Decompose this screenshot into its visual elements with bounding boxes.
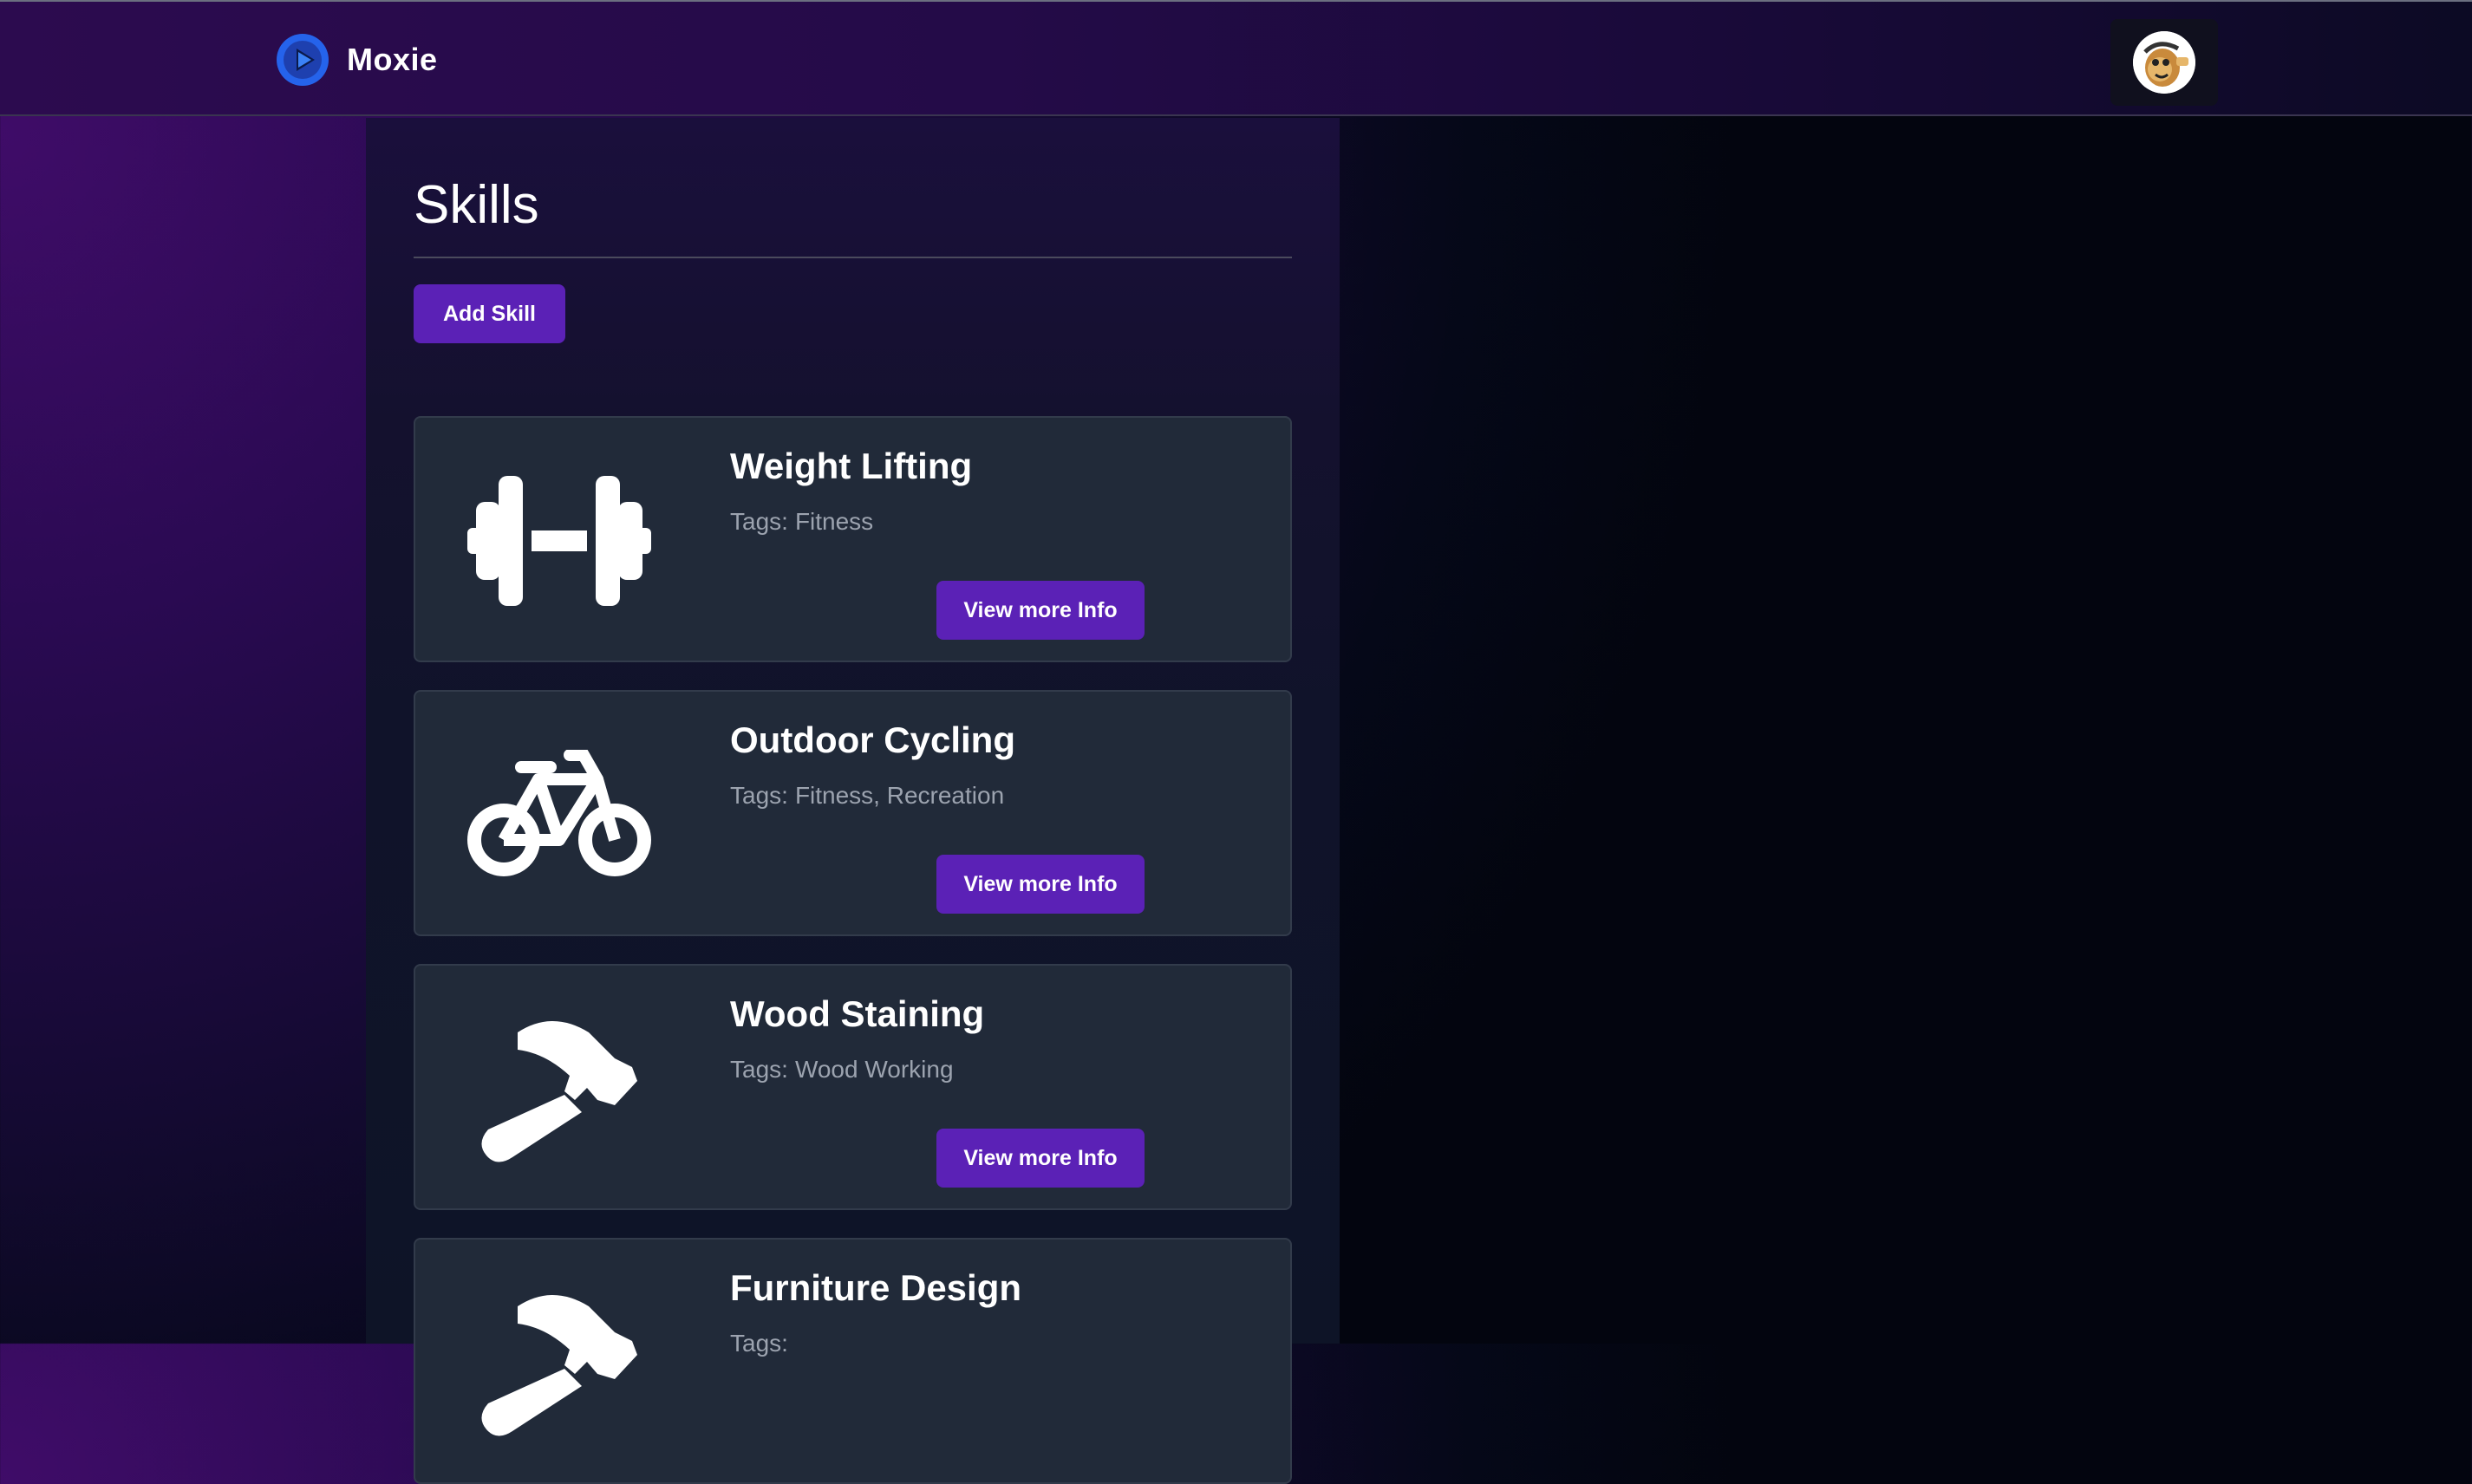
- avatar: [2133, 31, 2195, 94]
- skill-tags: Tags: Wood Working: [730, 1056, 954, 1084]
- page-title: Skills: [414, 175, 539, 235]
- tags-label: Tags:: [730, 508, 788, 535]
- user-avatar-icon: [2133, 31, 2195, 94]
- bicycle-icon: [467, 745, 651, 884]
- tags-value: Fitness: [794, 508, 874, 535]
- title-divider: [414, 257, 1292, 258]
- skill-title: Wood Staining: [730, 993, 985, 1034]
- hammer-icon: [467, 1293, 651, 1436]
- main-panel: Skills Add Skill Weight Lifting Tags: Fit…: [366, 118, 1340, 1484]
- view-more-info-button[interactable]: View more Info: [936, 1129, 1145, 1188]
- user-menu-button[interactable]: [2110, 19, 2218, 106]
- skill-card: Wood Staining Tags: Wood Working View mor…: [414, 964, 1292, 1210]
- skill-title: Furniture Design: [730, 1267, 1022, 1308]
- skill-tags: Tags: Fitness: [730, 508, 873, 536]
- tags-label: Tags:: [730, 782, 788, 809]
- skill-card: Outdoor Cycling Tags: Fitness, Recreation…: [414, 690, 1292, 936]
- brand-name: Moxie: [347, 42, 438, 77]
- tags-label: Tags:: [730, 1056, 788, 1083]
- skill-card: Weight Lifting Tags: Fitness View more In…: [414, 416, 1292, 662]
- skill-title: Weight Lifting: [730, 446, 973, 486]
- skill-tags: Tags: Fitness, Recreation: [730, 782, 1004, 810]
- skill-card: Furniture Design Tags:: [414, 1238, 1292, 1484]
- hammer-icon: [467, 1019, 651, 1162]
- dumbbell-icon: [467, 472, 651, 610]
- play-circle-icon: [277, 34, 329, 86]
- tags-value: Wood Working: [794, 1056, 954, 1083]
- view-more-info-button[interactable]: View more Info: [936, 581, 1145, 640]
- brand-home-link[interactable]: Moxie: [276, 33, 438, 87]
- skill-list: Weight Lifting Tags: Fitness View more In…: [414, 416, 1292, 1484]
- skill-tags: Tags:: [730, 1330, 795, 1357]
- view-more-info-button[interactable]: View more Info: [936, 855, 1145, 914]
- top-navbar: Moxie: [0, 0, 2472, 116]
- tags-value: Fitness, Recreation: [794, 782, 1005, 809]
- add-skill-button[interactable]: Add Skill: [414, 284, 565, 343]
- skill-title: Outdoor Cycling: [730, 719, 1015, 760]
